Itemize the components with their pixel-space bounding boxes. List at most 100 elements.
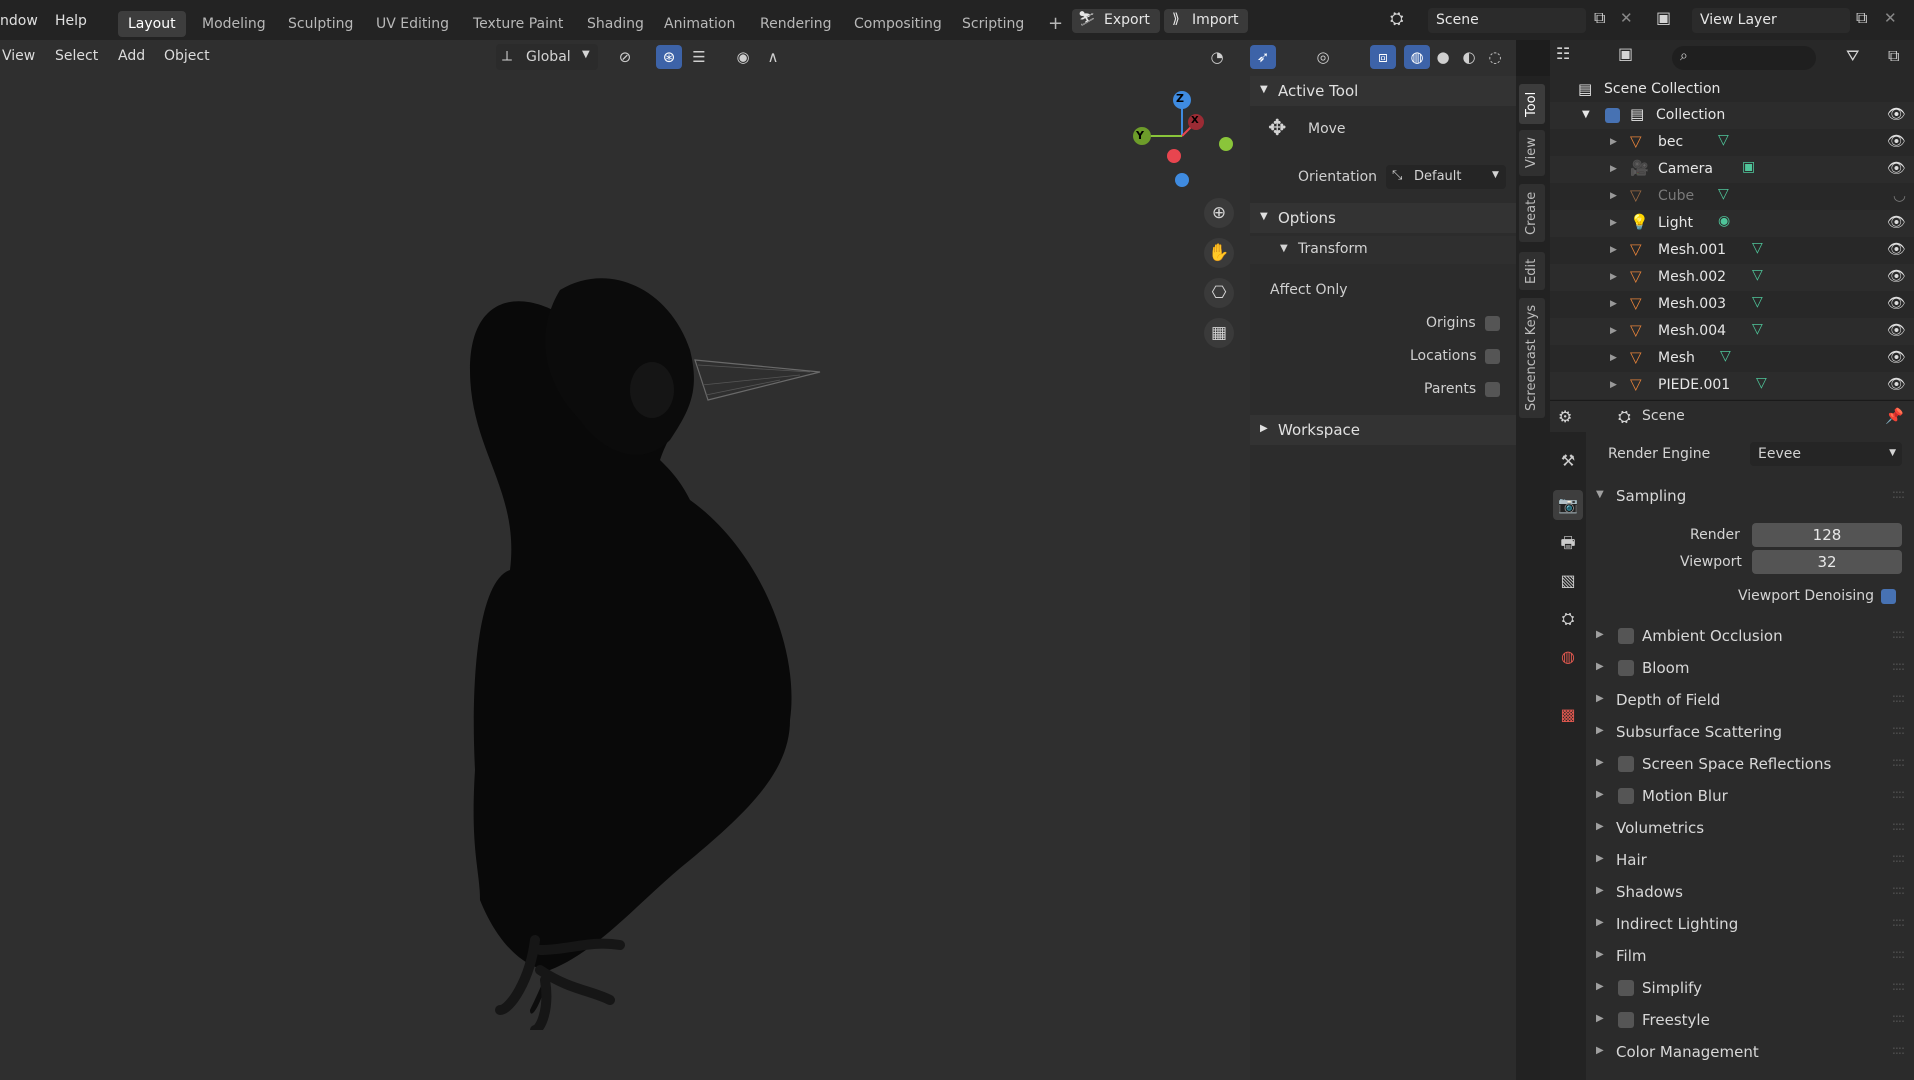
gizmo-toggle-icon[interactable]: ➶ [1250,45,1276,69]
world-properties-icon[interactable]: ◍ [1553,642,1583,672]
tab-sculpting[interactable]: Sculpting [278,11,363,37]
texture-properties-icon[interactable]: ▩ [1553,700,1583,730]
drag-handle-icon[interactable]: :::: [1892,819,1905,833]
tab-compositing[interactable]: Compositing [844,11,952,37]
scene-selector-icon[interactable]: ⛭ [1390,9,1404,29]
object-data-icon[interactable]: ▽ [1752,321,1763,337]
outliner-search-input[interactable]: ⌕ [1672,46,1816,70]
expand-triangle-icon[interactable]: ▶ [1610,272,1617,282]
pin-icon[interactable]: 📌 [1885,407,1904,425]
drag-handle-icon[interactable]: :::: [1892,915,1905,929]
viewport-menu-view[interactable]: View [2,48,35,64]
outliner-item[interactable]: ▶ ▽ bec ▽ 👁 [1550,129,1914,156]
eye-icon[interactable]: 👁 [1887,159,1906,177]
origins-checkbox[interactable] [1485,316,1500,331]
object-data-icon[interactable]: ▽ [1752,267,1763,283]
property-section-header[interactable]: ▶ Shadows:::: [1588,877,1914,907]
view-layer-field[interactable]: View Layer [1692,8,1850,33]
drag-handle-icon[interactable]: :::: [1892,979,1905,993]
tab-view[interactable]: View [1519,130,1545,176]
object-data-icon[interactable]: ◉ [1718,213,1730,229]
outliner-item[interactable]: ▶ ▽ PIEDE.001 ▽ 👁 [1550,372,1914,399]
orientation-dropdown[interactable]: ⤡ Default ▼ [1386,165,1506,189]
expand-triangle-icon[interactable]: ▶ [1610,326,1617,336]
tab-edit[interactable]: Edit [1519,252,1545,290]
export-button[interactable]: ⛷ Export [1072,9,1160,33]
visibility-selectability-icon[interactable]: ◔ [1204,45,1230,69]
perspective-grid-icon[interactable]: ▦ [1204,318,1234,348]
new-scene-icon[interactable]: ⧉ [1594,8,1605,28]
object-data-icon[interactable]: ▽ [1752,294,1763,310]
pan-hand-icon[interactable]: ✋ [1204,238,1234,268]
expand-triangle-icon[interactable]: ▶ [1610,191,1617,201]
drag-handle-icon[interactable]: :::: [1892,723,1905,737]
drag-handle-icon[interactable]: :::: [1892,755,1905,769]
eye-icon[interactable]: 👁 [1887,105,1906,123]
eye-icon[interactable]: 👁 [1887,375,1906,393]
tab-texture-paint[interactable]: Texture Paint [463,11,573,37]
render-engine-dropdown[interactable]: Eevee ▼ [1750,442,1902,466]
object-data-icon[interactable]: ▽ [1752,240,1763,256]
outliner-item[interactable]: ▶ ▽ Cube ▽ ◡ [1550,183,1914,210]
rendered-shading-icon[interactable]: ◌ [1482,45,1508,69]
tool-settings-icon[interactable]: ⚒ [1553,446,1583,476]
scene-properties-icon[interactable]: ⛭ [1553,604,1583,634]
menu-help[interactable]: Help [55,13,87,29]
scene-field[interactable]: Scene [1428,8,1586,33]
property-section-header[interactable]: ▶ Film:::: [1588,941,1914,971]
tab-animation[interactable]: Animation [654,11,745,37]
add-workspace-button[interactable]: + [1038,11,1073,37]
filter-icon[interactable]: ⛛ [1846,46,1859,66]
snap-target-icon[interactable]: ☰ [686,45,712,69]
material-preview-icon[interactable]: ◐ [1456,45,1482,69]
object-data-icon[interactable]: ▽ [1718,132,1729,148]
property-section-header[interactable]: ▶ Subsurface Scattering:::: [1588,717,1914,747]
camera-view-icon[interactable]: ⎔ [1204,278,1234,308]
object-data-icon[interactable]: ▽ [1720,348,1731,364]
new-view-layer-icon[interactable]: ⧉ [1856,8,1867,28]
section-enable-checkbox[interactable] [1618,788,1634,804]
outliner-scene-collection[interactable]: ▤ Scene Collection [1550,76,1914,103]
tab-layout[interactable]: Layout [118,11,186,37]
import-button[interactable]: ⟫ Import [1164,9,1248,33]
property-section-header[interactable]: ▶ Depth of Field:::: [1588,685,1914,715]
view-layer-properties-icon[interactable]: ▧ [1553,566,1583,596]
expand-triangle-icon[interactable]: ▶ [1610,353,1617,363]
zoom-icon[interactable]: ⊕ [1204,198,1234,228]
output-properties-icon[interactable]: 🖶 [1553,528,1583,558]
active-tool-panel-header[interactable]: ▼ Active Tool [1250,76,1516,106]
render-properties-icon[interactable]: 📷 [1553,490,1583,520]
drag-handle-icon[interactable]: :::: [1892,787,1905,801]
drag-handle-icon[interactable]: :::: [1892,487,1905,501]
property-section-header[interactable]: ▶ Freestyle:::: [1588,1005,1914,1035]
section-enable-checkbox[interactable] [1618,1012,1634,1028]
expand-triangle-icon[interactable]: ▶ [1610,299,1617,309]
property-section-header[interactable]: ▶ Screen Space Reflections:::: [1588,749,1914,779]
eye-icon[interactable]: 👁 [1887,321,1906,339]
drag-handle-icon[interactable]: :::: [1892,1043,1905,1057]
eye-icon[interactable]: 👁 [1887,294,1906,312]
drag-handle-icon[interactable]: :::: [1892,691,1905,705]
wireframe-shading-icon[interactable]: ◍ [1404,45,1430,69]
render-samples-field[interactable]: 128 [1752,523,1902,547]
property-section-header[interactable]: ▶ Hair:::: [1588,845,1914,875]
transform-orientation-dropdown[interactable]: ⟂ Global ▼ [496,44,598,70]
viewport-menu-select[interactable]: Select [55,48,98,64]
eye-icon[interactable]: 👁 [1887,213,1906,231]
delete-scene-icon[interactable]: ✕ [1620,9,1633,27]
solid-shading-icon[interactable]: ● [1430,45,1456,69]
sampling-panel-header[interactable]: ▼ Sampling :::: [1588,481,1914,511]
viewport-denoising-checkbox[interactable] [1881,589,1896,604]
drag-handle-icon[interactable]: :::: [1892,883,1905,897]
drag-handle-icon[interactable]: :::: [1892,1011,1905,1025]
property-section-header[interactable]: ▶ Color Management:::: [1588,1037,1914,1067]
bird-model[interactable] [440,250,860,1030]
property-section-header[interactable]: ▶ Indirect Lighting:::: [1588,909,1914,939]
property-section-header[interactable]: ▶ Bloom:::: [1588,653,1914,683]
pivot-point-icon[interactable]: ⊘ [612,45,638,69]
viewport-samples-field[interactable]: 32 [1752,550,1902,574]
collection-include-checkbox[interactable] [1605,108,1620,123]
menu-window[interactable]: ndow [0,13,38,29]
filter-view-icon[interactable]: ▣ [1618,44,1633,63]
drag-handle-icon[interactable]: :::: [1892,947,1905,961]
